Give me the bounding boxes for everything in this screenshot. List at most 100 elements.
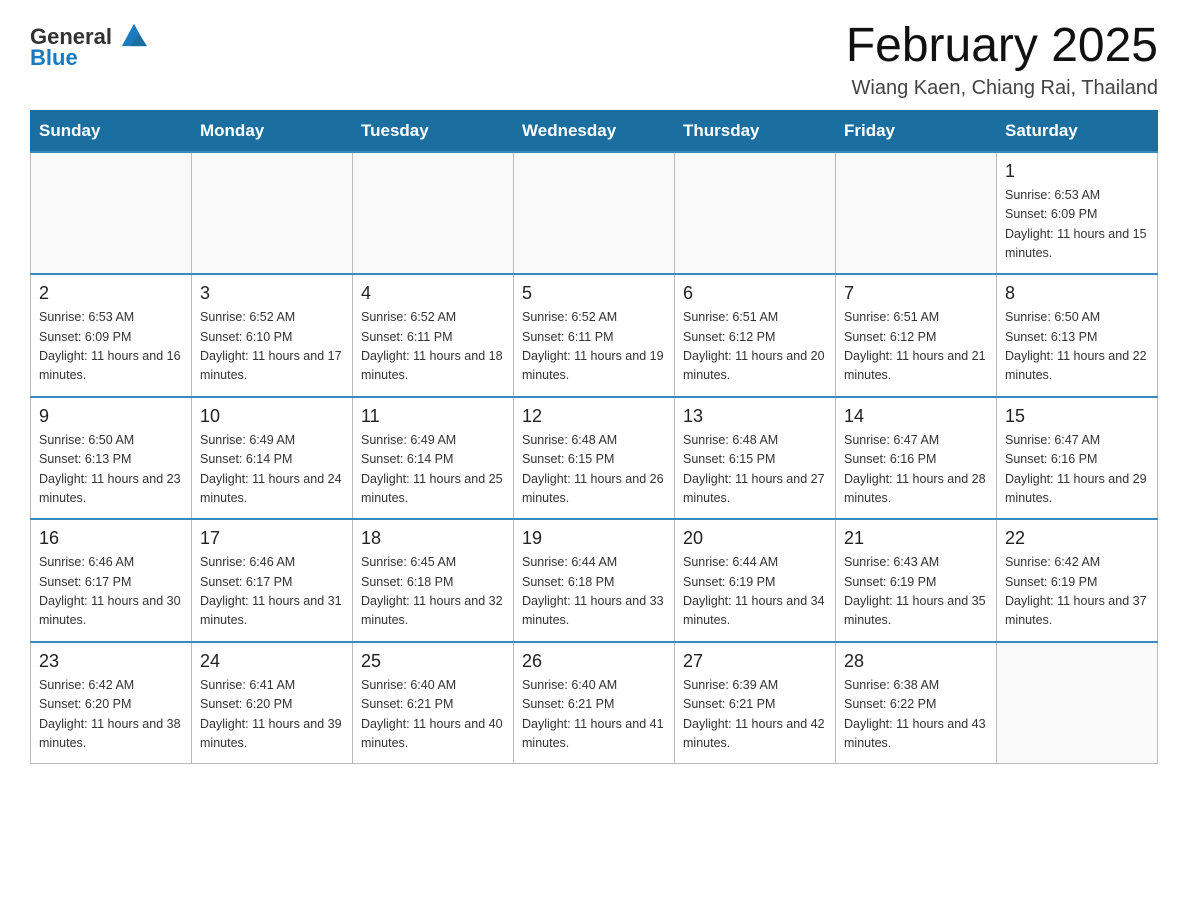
col-thursday: Thursday	[675, 110, 836, 152]
day-info: Sunrise: 6:43 AMSunset: 6:19 PMDaylight:…	[844, 553, 988, 631]
day-info: Sunrise: 6:53 AMSunset: 6:09 PMDaylight:…	[1005, 186, 1149, 264]
day-number: 22	[1005, 528, 1149, 549]
calendar-table: Sunday Monday Tuesday Wednesday Thursday…	[30, 110, 1158, 765]
table-row: 27 Sunrise: 6:39 AMSunset: 6:21 PMDayligh…	[675, 642, 836, 764]
day-info: Sunrise: 6:44 AMSunset: 6:18 PMDaylight:…	[522, 553, 666, 631]
table-row: 24 Sunrise: 6:41 AMSunset: 6:20 PMDayligh…	[192, 642, 353, 764]
day-number: 16	[39, 528, 183, 549]
day-number: 18	[361, 528, 505, 549]
day-number: 10	[200, 406, 344, 427]
day-info: Sunrise: 6:52 AMSunset: 6:11 PMDaylight:…	[361, 308, 505, 386]
day-number: 2	[39, 283, 183, 304]
day-number: 13	[683, 406, 827, 427]
table-row: 14 Sunrise: 6:47 AMSunset: 6:16 PMDayligh…	[836, 397, 997, 520]
table-row: 10 Sunrise: 6:49 AMSunset: 6:14 PMDayligh…	[192, 397, 353, 520]
title-block: February 2025 Wiang Kaen, Chiang Rai, Th…	[846, 20, 1158, 100]
day-info: Sunrise: 6:40 AMSunset: 6:21 PMDaylight:…	[361, 676, 505, 754]
table-row	[353, 152, 514, 275]
day-info: Sunrise: 6:50 AMSunset: 6:13 PMDaylight:…	[39, 431, 183, 509]
day-info: Sunrise: 6:45 AMSunset: 6:18 PMDaylight:…	[361, 553, 505, 631]
col-monday: Monday	[192, 110, 353, 152]
day-info: Sunrise: 6:50 AMSunset: 6:13 PMDaylight:…	[1005, 308, 1149, 386]
table-row: 5 Sunrise: 6:52 AMSunset: 6:11 PMDaylight…	[514, 274, 675, 397]
logo: General Blue	[30, 20, 148, 71]
table-row: 11Sunrise: 6:49 AMSunset: 6:14 PMDayligh…	[353, 397, 514, 520]
table-row: 17 Sunrise: 6:46 AMSunset: 6:17 PMDayligh…	[192, 519, 353, 642]
day-info: Sunrise: 6:41 AMSunset: 6:20 PMDaylight:…	[200, 676, 344, 754]
table-row: 13 Sunrise: 6:48 AMSunset: 6:15 PMDayligh…	[675, 397, 836, 520]
col-tuesday: Tuesday	[353, 110, 514, 152]
table-row: 23 Sunrise: 6:42 AMSunset: 6:20 PMDayligh…	[31, 642, 192, 764]
day-number: 26	[522, 651, 666, 672]
calendar-header-row: Sunday Monday Tuesday Wednesday Thursday…	[31, 110, 1158, 152]
day-number: 20	[683, 528, 827, 549]
table-row: 6 Sunrise: 6:51 AMSunset: 6:12 PMDaylight…	[675, 274, 836, 397]
table-row	[997, 642, 1158, 764]
table-row: 25Sunrise: 6:40 AMSunset: 6:21 PMDayligh…	[353, 642, 514, 764]
col-wednesday: Wednesday	[514, 110, 675, 152]
table-row	[836, 152, 997, 275]
day-info: Sunrise: 6:53 AMSunset: 6:09 PMDaylight:…	[39, 308, 183, 386]
day-number: 5	[522, 283, 666, 304]
table-row: 7 Sunrise: 6:51 AMSunset: 6:12 PMDaylight…	[836, 274, 997, 397]
table-row: 1 Sunrise: 6:53 AMSunset: 6:09 PMDaylight…	[997, 152, 1158, 275]
day-number: 14	[844, 406, 988, 427]
table-row: 28Sunrise: 6:38 AMSunset: 6:22 PMDayligh…	[836, 642, 997, 764]
day-info: Sunrise: 6:47 AMSunset: 6:16 PMDaylight:…	[1005, 431, 1149, 509]
table-row: 18 Sunrise: 6:45 AMSunset: 6:18 PMDayligh…	[353, 519, 514, 642]
table-row: 20 Sunrise: 6:44 AMSunset: 6:19 PMDayligh…	[675, 519, 836, 642]
table-row	[514, 152, 675, 275]
day-number: 24	[200, 651, 344, 672]
page-header: General Blue February 2025 Wiang Kaen, C…	[30, 20, 1158, 100]
month-title: February 2025	[846, 20, 1158, 73]
calendar-week-row: 23 Sunrise: 6:42 AMSunset: 6:20 PMDayligh…	[31, 642, 1158, 764]
day-info: Sunrise: 6:44 AMSunset: 6:19 PMDaylight:…	[683, 553, 827, 631]
table-row: 16 Sunrise: 6:46 AMSunset: 6:17 PMDayligh…	[31, 519, 192, 642]
day-info: Sunrise: 6:40 AMSunset: 6:21 PMDaylight:…	[522, 676, 666, 754]
table-row: 21 Sunrise: 6:43 AMSunset: 6:19 PMDayligh…	[836, 519, 997, 642]
day-info: Sunrise: 6:51 AMSunset: 6:12 PMDaylight:…	[844, 308, 988, 386]
day-number: 21	[844, 528, 988, 549]
day-info: Sunrise: 6:48 AMSunset: 6:15 PMDaylight:…	[522, 431, 666, 509]
day-info: Sunrise: 6:51 AMSunset: 6:12 PMDaylight:…	[683, 308, 827, 386]
day-number: 28	[844, 651, 988, 672]
day-number: 7	[844, 283, 988, 304]
day-info: Sunrise: 6:49 AMSunset: 6:14 PMDaylight:…	[200, 431, 344, 509]
day-number: 23	[39, 651, 183, 672]
day-info: Sunrise: 6:46 AMSunset: 6:17 PMDaylight:…	[39, 553, 183, 631]
day-info: Sunrise: 6:52 AMSunset: 6:11 PMDaylight:…	[522, 308, 666, 386]
table-row: 2 Sunrise: 6:53 AMSunset: 6:09 PMDaylight…	[31, 274, 192, 397]
day-info: Sunrise: 6:42 AMSunset: 6:20 PMDaylight:…	[39, 676, 183, 754]
calendar-week-row: 9Sunrise: 6:50 AMSunset: 6:13 PMDaylight…	[31, 397, 1158, 520]
day-info: Sunrise: 6:48 AMSunset: 6:15 PMDaylight:…	[683, 431, 827, 509]
table-row	[31, 152, 192, 275]
table-row: 19 Sunrise: 6:44 AMSunset: 6:18 PMDayligh…	[514, 519, 675, 642]
col-sunday: Sunday	[31, 110, 192, 152]
logo-icon	[120, 20, 148, 48]
table-row	[192, 152, 353, 275]
day-number: 3	[200, 283, 344, 304]
day-info: Sunrise: 6:47 AMSunset: 6:16 PMDaylight:…	[844, 431, 988, 509]
day-number: 8	[1005, 283, 1149, 304]
day-info: Sunrise: 6:42 AMSunset: 6:19 PMDaylight:…	[1005, 553, 1149, 631]
calendar-week-row: 2 Sunrise: 6:53 AMSunset: 6:09 PMDaylight…	[31, 274, 1158, 397]
table-row: 8 Sunrise: 6:50 AMSunset: 6:13 PMDaylight…	[997, 274, 1158, 397]
day-number: 1	[1005, 161, 1149, 182]
table-row: 3Sunrise: 6:52 AMSunset: 6:10 PMDaylight…	[192, 274, 353, 397]
day-number: 11	[361, 406, 505, 427]
day-number: 27	[683, 651, 827, 672]
day-number: 19	[522, 528, 666, 549]
col-friday: Friday	[836, 110, 997, 152]
table-row: 9Sunrise: 6:50 AMSunset: 6:13 PMDaylight…	[31, 397, 192, 520]
table-row: 22 Sunrise: 6:42 AMSunset: 6:19 PMDayligh…	[997, 519, 1158, 642]
col-saturday: Saturday	[997, 110, 1158, 152]
day-info: Sunrise: 6:39 AMSunset: 6:21 PMDaylight:…	[683, 676, 827, 754]
day-info: Sunrise: 6:46 AMSunset: 6:17 PMDaylight:…	[200, 553, 344, 631]
day-number: 17	[200, 528, 344, 549]
day-number: 15	[1005, 406, 1149, 427]
table-row: 4Sunrise: 6:52 AMSunset: 6:11 PMDaylight…	[353, 274, 514, 397]
day-number: 6	[683, 283, 827, 304]
calendar-week-row: 1 Sunrise: 6:53 AMSunset: 6:09 PMDaylight…	[31, 152, 1158, 275]
table-row	[675, 152, 836, 275]
calendar-week-row: 16 Sunrise: 6:46 AMSunset: 6:17 PMDayligh…	[31, 519, 1158, 642]
